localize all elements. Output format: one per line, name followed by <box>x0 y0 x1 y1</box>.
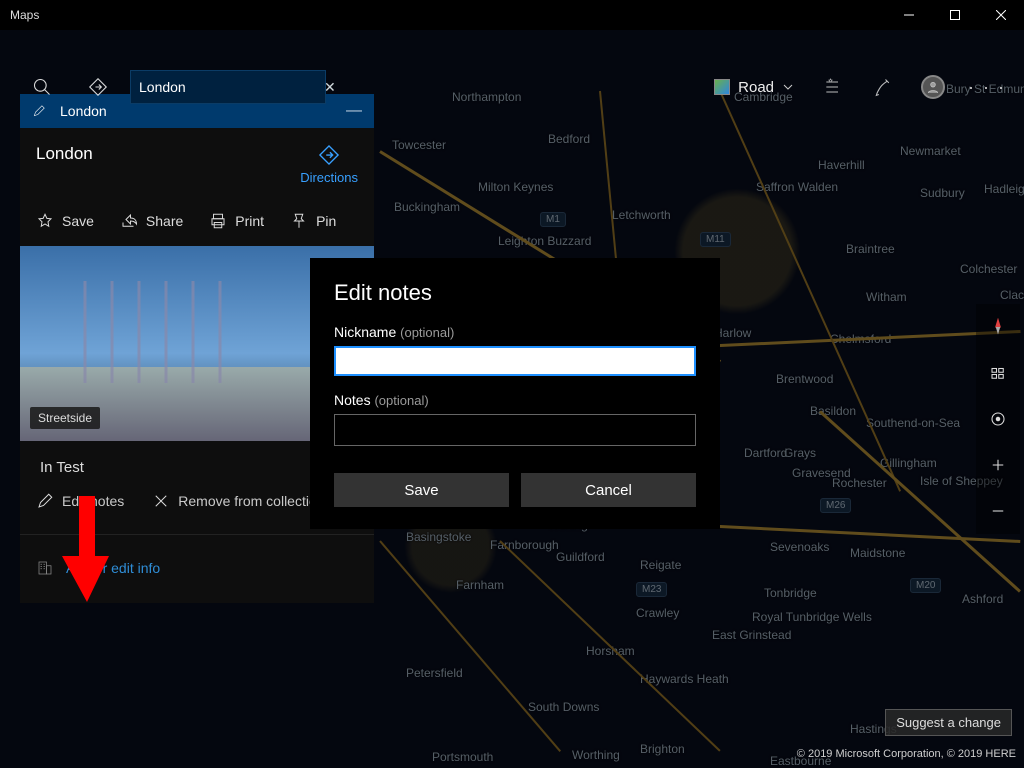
favorites-icon[interactable] <box>808 60 858 114</box>
suggest-change-button[interactable]: Suggest a change <box>885 709 1012 736</box>
building-icon <box>36 559 54 577</box>
dialog-title: Edit notes <box>334 280 696 306</box>
zoom-in-button[interactable] <box>976 442 1020 488</box>
star-icon <box>36 212 54 230</box>
avatar-icon <box>921 75 945 99</box>
remove-label: Remove from collection <box>178 493 324 509</box>
dialog-save-button[interactable]: Save <box>334 473 509 507</box>
map-style-button[interactable]: Road <box>700 60 808 114</box>
map-style-label: Road <box>738 79 774 96</box>
place-name: London <box>36 144 93 164</box>
remove-from-collection-button[interactable]: Remove from collection <box>152 492 324 510</box>
nickname-label: Nickname (optional) <box>334 324 696 340</box>
pin-button[interactable]: Pin <box>290 212 336 230</box>
search-icon[interactable] <box>14 60 70 114</box>
titlebar: Maps <box>0 0 1024 30</box>
map-toolbar: ✕ Road · · · <box>0 60 1024 114</box>
share-label: Share <box>146 213 183 229</box>
chevron-down-icon <box>782 81 794 93</box>
notes-label: Notes (optional) <box>334 392 696 408</box>
print-button[interactable]: Print <box>209 212 264 230</box>
workspace: NorthamptonCambridgeBury St EdmundsBedfo… <box>0 30 1024 768</box>
window-title: Maps <box>10 8 39 22</box>
place-actions: Save Share Print Pin <box>36 201 358 246</box>
streetside-button[interactable]: Streetside <box>30 407 100 429</box>
search-input[interactable] <box>139 79 320 95</box>
directions-label: Directions <box>300 170 358 185</box>
annotation-arrow <box>62 496 112 611</box>
save-button[interactable]: Save <box>36 212 94 230</box>
pin-label: Pin <box>316 213 336 229</box>
map-attribution: © 2019 Microsoft Corporation, © 2019 HER… <box>797 748 1016 760</box>
search-box[interactable]: ✕ <box>130 70 326 104</box>
close-icon <box>152 492 170 510</box>
window-minimize-button[interactable] <box>886 0 932 30</box>
save-label: Save <box>62 213 94 229</box>
window-maximize-button[interactable] <box>932 0 978 30</box>
map-style-swatch-icon <box>714 79 730 95</box>
account-button[interactable] <box>908 60 958 114</box>
share-icon <box>120 212 138 230</box>
clear-search-icon[interactable]: ✕ <box>320 75 340 100</box>
print-icon <box>209 212 227 230</box>
notes-input[interactable] <box>334 414 696 446</box>
zoom-out-button[interactable] <box>976 488 1020 534</box>
compass-button[interactable] <box>976 304 1020 350</box>
dialog-cancel-button[interactable]: Cancel <box>521 473 696 507</box>
map-controls <box>976 304 1020 534</box>
locate-me-button[interactable] <box>976 396 1020 442</box>
print-label: Print <box>235 213 264 229</box>
pin-icon <box>290 212 308 230</box>
more-icon[interactable]: · · · <box>958 77 1016 98</box>
directions-icon[interactable] <box>70 60 126 114</box>
window-close-button[interactable] <box>978 0 1024 30</box>
pencil-icon <box>36 492 54 510</box>
nickname-input[interactable] <box>334 346 696 376</box>
ink-icon[interactable] <box>858 60 908 114</box>
share-button[interactable]: Share <box>120 212 183 230</box>
directions-button[interactable]: Directions <box>300 144 358 185</box>
edit-notes-dialog: Edit notes Nickname (optional) Notes (op… <box>310 258 720 529</box>
tilt-button[interactable] <box>976 350 1020 396</box>
